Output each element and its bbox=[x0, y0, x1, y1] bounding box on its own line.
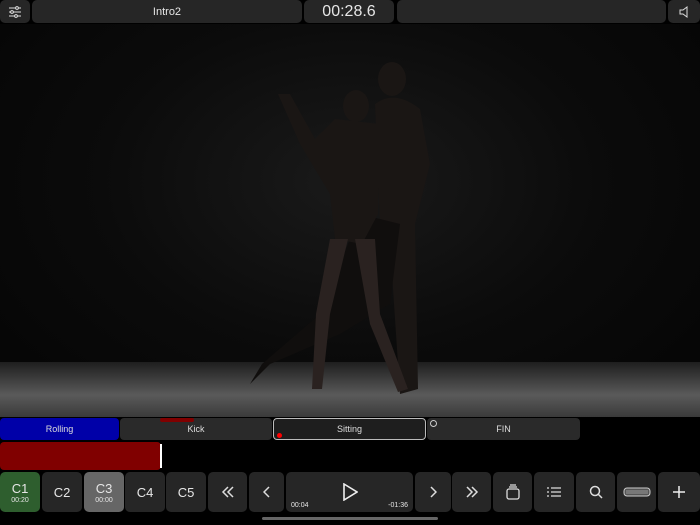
camera-time: 00:00 bbox=[95, 496, 113, 504]
timecode: 00:28.6 bbox=[304, 0, 394, 23]
dancers-silhouette bbox=[250, 62, 430, 395]
home-indicator[interactable] bbox=[262, 517, 438, 520]
sound-button[interactable] bbox=[668, 0, 700, 23]
segment-label: FIN bbox=[496, 424, 511, 434]
camera-c5-button[interactable]: C5 bbox=[166, 472, 206, 512]
timeline-bar-icon bbox=[623, 487, 650, 497]
play-button[interactable]: 00:04 -01:36 bbox=[286, 472, 413, 512]
previous-button[interactable] bbox=[249, 472, 284, 512]
camera-c2-button[interactable]: C2 bbox=[42, 472, 82, 512]
fast-forward-button[interactable] bbox=[452, 472, 491, 512]
video-player[interactable] bbox=[0, 24, 700, 417]
segment-label: Sitting bbox=[336, 424, 362, 434]
list-icon bbox=[547, 487, 561, 497]
rewind-button[interactable] bbox=[208, 472, 247, 512]
elapsed-time: 00:04 bbox=[291, 502, 309, 509]
camera-c4-button[interactable]: C4 bbox=[125, 472, 165, 512]
chevron-right-icon bbox=[430, 486, 437, 498]
segment-rolling[interactable]: Rolling bbox=[0, 418, 119, 440]
double-chevron-left-icon bbox=[221, 486, 234, 498]
segment-fin[interactable]: FIN bbox=[427, 418, 580, 440]
next-button[interactable] bbox=[415, 472, 451, 512]
double-chevron-right-icon bbox=[465, 486, 478, 498]
clip-title-label: Intro2 bbox=[152, 5, 182, 18]
top-blank-panel bbox=[397, 0, 666, 23]
progress-bar[interactable] bbox=[0, 442, 161, 470]
camera-label: C3 bbox=[95, 480, 113, 496]
sliders-icon bbox=[9, 5, 21, 18]
progress-playhead[interactable] bbox=[160, 444, 162, 468]
camera-c3-button[interactable]: C3 00:00 bbox=[84, 472, 124, 512]
playhead-dot bbox=[277, 433, 282, 438]
settings-button[interactable] bbox=[0, 0, 30, 23]
list-button[interactable] bbox=[534, 472, 574, 512]
speaker-icon bbox=[679, 5, 688, 18]
camera-label: C1 bbox=[11, 480, 29, 496]
timeline-button[interactable] bbox=[617, 472, 656, 512]
segment-sitting[interactable]: Sitting bbox=[273, 418, 426, 440]
add-button[interactable] bbox=[658, 472, 700, 512]
chevron-left-icon bbox=[262, 486, 270, 498]
camera-label: C2 bbox=[53, 484, 71, 500]
plus-icon bbox=[673, 486, 685, 498]
kick-marker bbox=[160, 418, 194, 422]
camera-label: C5 bbox=[177, 484, 195, 500]
camera-c1-button[interactable]: C1 00:20 bbox=[0, 472, 40, 512]
search-icon bbox=[589, 485, 603, 499]
camera-label: C4 bbox=[136, 484, 154, 500]
camera-time: 00:20 bbox=[11, 496, 29, 504]
search-button[interactable] bbox=[576, 472, 615, 512]
remaining-time: -01:36 bbox=[388, 502, 408, 509]
play-icon bbox=[342, 483, 358, 501]
timecode-label: 00:28.6 bbox=[322, 2, 376, 20]
record-icon bbox=[430, 420, 437, 427]
stack-icon bbox=[505, 484, 520, 500]
segment-label: Rolling bbox=[45, 424, 74, 434]
clip-title[interactable]: Intro2 bbox=[32, 0, 302, 23]
clips-button[interactable] bbox=[493, 472, 532, 512]
segment-kick[interactable]: Kick bbox=[120, 418, 272, 440]
segment-label: Kick bbox=[187, 424, 205, 434]
